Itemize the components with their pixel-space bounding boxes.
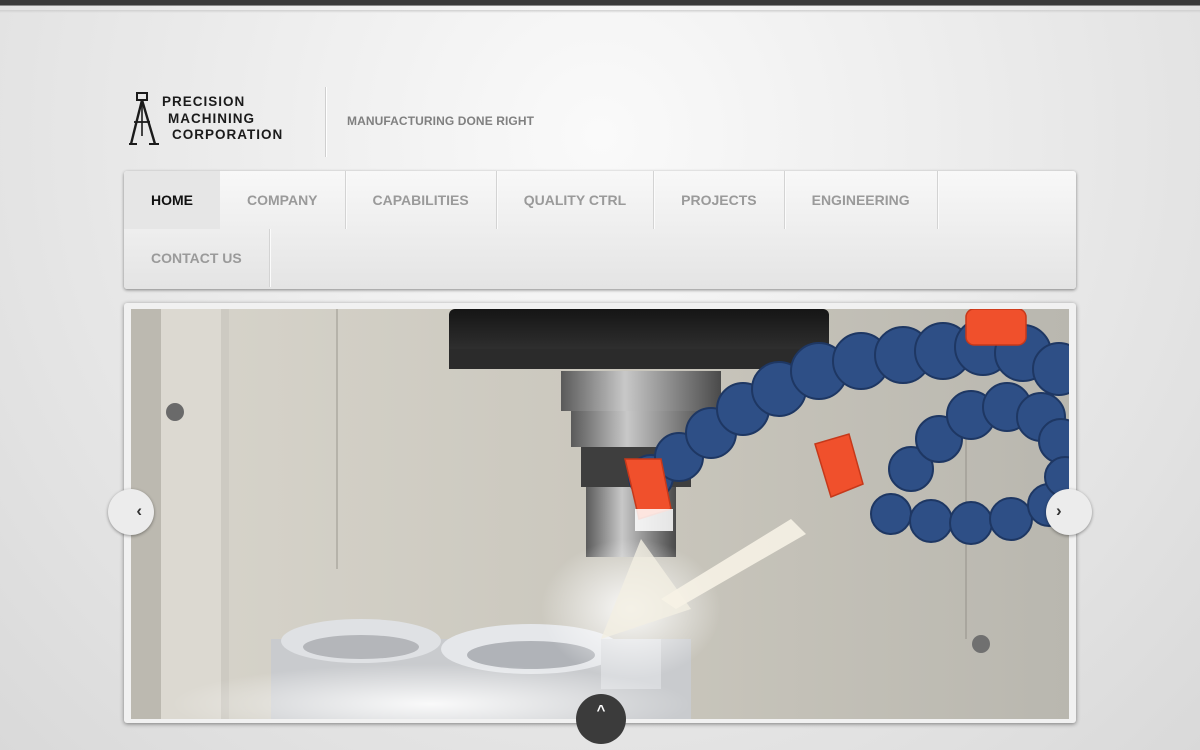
site-tagline: MANUFACTURING DONE RIGHT — [347, 114, 535, 128]
compass-logo-icon — [129, 92, 159, 145]
nav-item-contact-us[interactable]: CONTACT US — [124, 229, 270, 287]
nav-row-1: HOME COMPANY CAPABILITIES QUALITY CTRL P… — [124, 171, 938, 229]
chevron-up-icon: ^ — [596, 702, 606, 719]
nav-item-engineering[interactable]: ENGINEERING — [785, 171, 938, 229]
logo-line-1: PRECISION — [162, 94, 246, 109]
nav-item-company[interactable]: COMPANY — [220, 171, 346, 229]
top-bar-shadow — [0, 10, 1200, 13]
company-logo[interactable]: PRECISION MACHINING CORPORATION — [128, 92, 300, 146]
logo-line-2: MACHINING — [168, 110, 255, 126]
nav-item-capabilities[interactable]: CAPABILITIES — [346, 171, 497, 229]
nav-item-home[interactable]: HOME — [124, 171, 220, 229]
slide-image-cnc-machining — [131, 309, 1069, 719]
header-divider — [325, 87, 326, 157]
logo-line-3: CORPORATION — [172, 127, 284, 142]
top-bar — [0, 0, 1200, 6]
chevron-left-icon: ‹ — [136, 501, 142, 520]
main-navigation: HOME COMPANY CAPABILITIES QUALITY CTRL P… — [124, 171, 1076, 289]
nav-item-quality-ctrl[interactable]: QUALITY CTRL — [497, 171, 655, 229]
nav-item-projects[interactable]: PROJECTS — [654, 171, 785, 229]
logo-wordmark: PRECISION MACHINING CORPORATION — [162, 94, 283, 144]
nav-row-2: CONTACT US — [124, 229, 270, 287]
chevron-right-icon: › — [1056, 501, 1062, 520]
slider-next-button[interactable]: › — [1046, 489, 1092, 535]
slider-prev-button[interactable]: ‹ — [108, 489, 154, 535]
hero-slider — [124, 303, 1076, 723]
scroll-to-top-button[interactable]: ^ — [576, 694, 626, 744]
